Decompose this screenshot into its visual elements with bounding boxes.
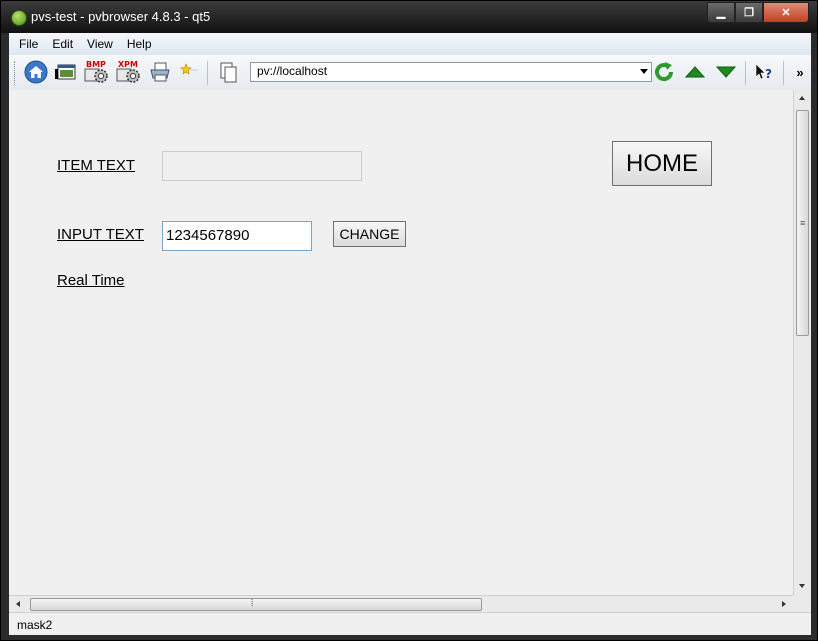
toolbar-separator <box>783 61 784 85</box>
help-glyph: ? <box>765 67 772 81</box>
menu-bar: File Edit View Help <box>9 33 811 56</box>
window-icon[interactable] <box>53 60 79 84</box>
title-bar[interactable]: pvs-test - pvbrowser 4.8.3 - qt5 ▁ ❐ ✕ <box>1 1 817 33</box>
grip-icon: ≡ <box>800 218 806 228</box>
mask-canvas: ITEM TEXT HOME INPUT TEXT 1234567890 CHA… <box>9 90 793 595</box>
home-button[interactable]: HOME <box>612 141 712 186</box>
input-text-field[interactable]: 1234567890 <box>162 221 312 251</box>
app-window: pvs-test - pvbrowser 4.8.3 - qt5 ▁ ❐ ✕ F… <box>0 0 818 641</box>
menu-file[interactable]: File <box>9 37 45 51</box>
xpm-gear-icon[interactable]: XPM <box>115 60 143 84</box>
scroll-right-arrow[interactable] <box>782 601 786 607</box>
toolbar-separator <box>745 61 746 85</box>
vertical-scrollbar[interactable]: ≡ <box>793 90 811 595</box>
menu-edit[interactable]: Edit <box>45 37 80 51</box>
toolbar-separator <box>207 61 208 85</box>
window-title: pvs-test - pvbrowser 4.8.3 - qt5 <box>31 9 211 24</box>
whats-this-icon[interactable]: ? <box>751 60 777 84</box>
status-text: mask2 <box>17 618 53 632</box>
scroll-left-arrow[interactable] <box>16 601 20 607</box>
url-combobox[interactable]: pv://localhost <box>250 62 652 82</box>
toolbar-overflow-button[interactable]: » <box>793 60 807 84</box>
input-text-label: INPUT TEXT <box>57 226 144 243</box>
bmp-gear-icon[interactable]: BMP <box>83 60 111 84</box>
menu-help[interactable]: Help <box>120 37 159 51</box>
scroll-up-arrow[interactable] <box>799 96 805 100</box>
scroll-corner <box>793 595 811 612</box>
arrow-up-icon[interactable] <box>682 60 708 84</box>
grip-icon: ⦙ <box>251 598 254 609</box>
maximize-button[interactable]: ❐ <box>735 2 763 23</box>
star-icon[interactable] <box>177 60 201 84</box>
xpm-label: XPM <box>118 60 138 69</box>
status-bar: mask2 <box>9 612 811 635</box>
home-icon[interactable] <box>23 60 49 84</box>
app-icon <box>11 10 27 26</box>
close-button[interactable]: ✕ <box>763 2 809 23</box>
horizontal-scroll-thumb[interactable]: ⦙ <box>30 598 482 611</box>
window-controls: ▁ ❐ ✕ <box>707 2 809 23</box>
bmp-label: BMP <box>86 60 106 69</box>
vertical-scroll-thumb[interactable]: ≡ <box>796 110 809 336</box>
change-button[interactable]: CHANGE <box>333 221 406 247</box>
item-text-field <box>162 151 362 181</box>
horizontal-scrollbar[interactable]: ⦙ <box>9 595 793 612</box>
realtime-link[interactable]: Real Time <box>57 272 125 289</box>
chevron-down-icon[interactable] <box>640 69 648 74</box>
copy-icon[interactable] <box>215 60 241 84</box>
reload-icon[interactable] <box>651 60 677 84</box>
item-text-label: ITEM TEXT <box>57 157 136 174</box>
printer-icon[interactable] <box>147 60 173 84</box>
menu-view[interactable]: View <box>80 37 120 51</box>
minimize-button[interactable]: ▁ <box>707 2 735 23</box>
scroll-down-arrow[interactable] <box>799 584 805 588</box>
arrow-down-icon[interactable] <box>713 60 739 84</box>
toolbar: BMP XPM pv://localhost ? » <box>9 55 811 91</box>
toolbar-grip[interactable] <box>14 61 18 85</box>
url-text: pv://localhost <box>257 64 328 78</box>
